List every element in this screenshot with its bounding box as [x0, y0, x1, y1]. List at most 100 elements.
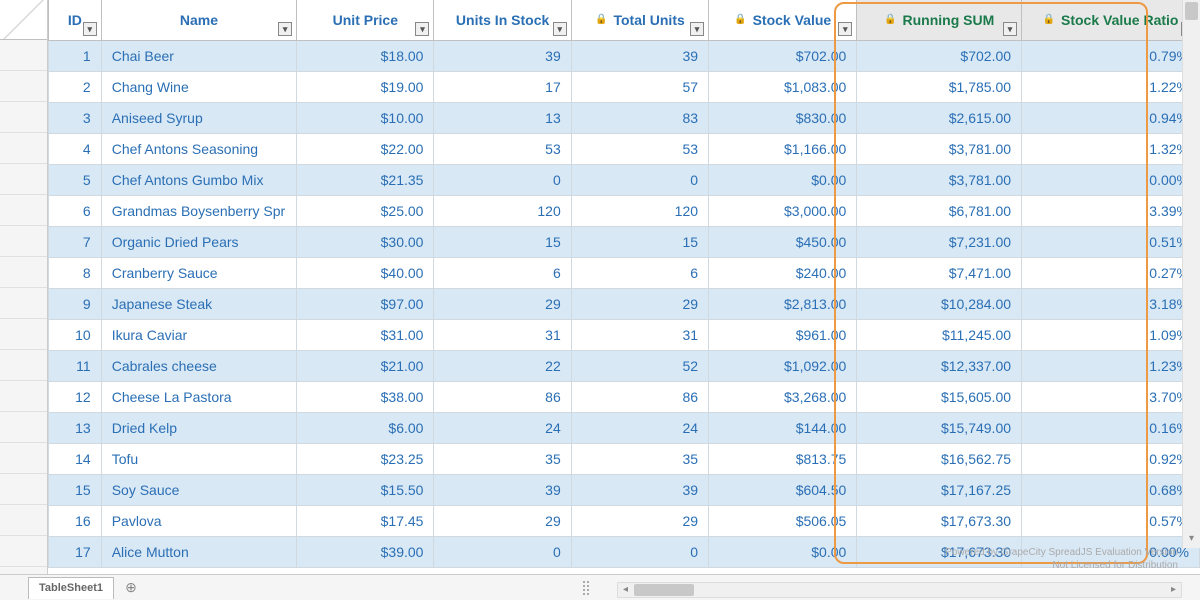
- cell-name[interactable]: Japanese Steak: [101, 288, 296, 319]
- cell-ratio[interactable]: 0.27%: [1022, 257, 1200, 288]
- cell-name[interactable]: Organic Dried Pears: [101, 226, 296, 257]
- column-header-stock[interactable]: Units In Stock▾: [434, 0, 571, 40]
- cell-value[interactable]: $450.00: [709, 226, 857, 257]
- cell-value[interactable]: $0.00: [709, 164, 857, 195]
- row-header[interactable]: [0, 102, 47, 133]
- cell-stock[interactable]: 31: [434, 319, 571, 350]
- cell-id[interactable]: 6: [49, 195, 102, 226]
- cell-total[interactable]: 6: [571, 257, 708, 288]
- cell-id[interactable]: 5: [49, 164, 102, 195]
- column-header-total[interactable]: 🔒Total Units▾: [571, 0, 708, 40]
- filter-dropdown-icon[interactable]: ▾: [1003, 22, 1017, 36]
- horizontal-scrollbar[interactable]: ◂ ▸: [617, 582, 1182, 598]
- cell-name[interactable]: Soy Sauce: [101, 474, 296, 505]
- cell-run[interactable]: $17,673.30: [857, 505, 1022, 536]
- table-row[interactable]: 11Cabrales cheese$21.002252$1,092.00$12,…: [49, 350, 1200, 381]
- cell-value[interactable]: $813.75: [709, 443, 857, 474]
- cell-run[interactable]: $3,781.00: [857, 133, 1022, 164]
- cell-name[interactable]: Grandmas Boysenberry Spr: [101, 195, 296, 226]
- cell-run[interactable]: $2,615.00: [857, 102, 1022, 133]
- cell-value[interactable]: $0.00: [709, 536, 857, 567]
- cell-total[interactable]: 31: [571, 319, 708, 350]
- select-all-corner[interactable]: [0, 0, 47, 40]
- scroll-right-arrow-icon[interactable]: ▸: [1166, 583, 1181, 597]
- table-row[interactable]: 1Chai Beer$18.003939$702.00$702.000.79%: [49, 40, 1200, 71]
- row-header[interactable]: [0, 443, 47, 474]
- table-row[interactable]: 3Aniseed Syrup$10.001383$830.00$2,615.00…: [49, 102, 1200, 133]
- row-header[interactable]: [0, 381, 47, 412]
- cell-run[interactable]: $7,231.00: [857, 226, 1022, 257]
- row-header[interactable]: [0, 350, 47, 381]
- cell-id[interactable]: 7: [49, 226, 102, 257]
- table-row[interactable]: 16Pavlova$17.452929$506.05$17,673.300.57…: [49, 505, 1200, 536]
- row-header[interactable]: [0, 474, 47, 505]
- column-header-value[interactable]: 🔒Stock Value▾: [709, 0, 857, 40]
- cell-total[interactable]: 39: [571, 474, 708, 505]
- cell-ratio[interactable]: 0.79%: [1022, 40, 1200, 71]
- table-row[interactable]: 7Organic Dried Pears$30.001515$450.00$7,…: [49, 226, 1200, 257]
- cell-run[interactable]: $17,167.25: [857, 474, 1022, 505]
- cell-value[interactable]: $506.05: [709, 505, 857, 536]
- cell-id[interactable]: 9: [49, 288, 102, 319]
- cell-price[interactable]: $97.00: [297, 288, 434, 319]
- row-header[interactable]: [0, 288, 47, 319]
- cell-ratio[interactable]: 0.92%: [1022, 443, 1200, 474]
- cell-name[interactable]: Cranberry Sauce: [101, 257, 296, 288]
- cell-id[interactable]: 4: [49, 133, 102, 164]
- tab-split-handle[interactable]: [583, 581, 589, 595]
- cell-stock[interactable]: 6: [434, 257, 571, 288]
- cell-value[interactable]: $1,083.00: [709, 71, 857, 102]
- cell-total[interactable]: 24: [571, 412, 708, 443]
- cell-price[interactable]: $22.00: [297, 133, 434, 164]
- add-sheet-button[interactable]: ⊕: [120, 577, 142, 599]
- cell-total[interactable]: 53: [571, 133, 708, 164]
- cell-id[interactable]: 16: [49, 505, 102, 536]
- cell-name[interactable]: Chai Beer: [101, 40, 296, 71]
- table-row[interactable]: 8Cranberry Sauce$40.0066$240.00$7,471.00…: [49, 257, 1200, 288]
- cell-price[interactable]: $19.00: [297, 71, 434, 102]
- cell-id[interactable]: 11: [49, 350, 102, 381]
- cell-value[interactable]: $1,092.00: [709, 350, 857, 381]
- cell-ratio[interactable]: 0.51%: [1022, 226, 1200, 257]
- cell-id[interactable]: 2: [49, 71, 102, 102]
- cell-value[interactable]: $144.00: [709, 412, 857, 443]
- cell-total[interactable]: 0: [571, 536, 708, 567]
- row-header[interactable]: [0, 536, 47, 567]
- cell-price[interactable]: $21.00: [297, 350, 434, 381]
- cell-name[interactable]: Tofu: [101, 443, 296, 474]
- cell-ratio[interactable]: 1.22%: [1022, 71, 1200, 102]
- horizontal-scroll-thumb[interactable]: [634, 584, 694, 596]
- filter-dropdown-icon[interactable]: ▾: [415, 22, 429, 36]
- cell-price[interactable]: $15.50: [297, 474, 434, 505]
- column-header-run[interactable]: 🔒Running SUM▾: [857, 0, 1022, 40]
- cell-price[interactable]: $30.00: [297, 226, 434, 257]
- cell-total[interactable]: 52: [571, 350, 708, 381]
- cell-run[interactable]: $7,471.00: [857, 257, 1022, 288]
- row-header[interactable]: [0, 40, 47, 71]
- data-grid[interactable]: ID▾Name▾Unit Price▾Units In Stock▾🔒Total…: [48, 0, 1200, 574]
- table-row[interactable]: 14Tofu$23.253535$813.75$16,562.750.92%: [49, 443, 1200, 474]
- cell-price[interactable]: $10.00: [297, 102, 434, 133]
- cell-run[interactable]: $6,781.00: [857, 195, 1022, 226]
- column-header-price[interactable]: Unit Price▾: [297, 0, 434, 40]
- cell-run[interactable]: $12,337.00: [857, 350, 1022, 381]
- cell-ratio[interactable]: 3.70%: [1022, 381, 1200, 412]
- cell-price[interactable]: $21.35: [297, 164, 434, 195]
- cell-ratio[interactable]: 0.68%: [1022, 474, 1200, 505]
- cell-price[interactable]: $18.00: [297, 40, 434, 71]
- cell-price[interactable]: $25.00: [297, 195, 434, 226]
- cell-ratio[interactable]: 0.00%: [1022, 164, 1200, 195]
- row-header[interactable]: [0, 505, 47, 536]
- cell-stock[interactable]: 35: [434, 443, 571, 474]
- cell-value[interactable]: $702.00: [709, 40, 857, 71]
- cell-total[interactable]: 0: [571, 164, 708, 195]
- cell-stock[interactable]: 22: [434, 350, 571, 381]
- cell-value[interactable]: $1,166.00: [709, 133, 857, 164]
- column-header-name[interactable]: Name▾: [101, 0, 296, 40]
- column-header-id[interactable]: ID▾: [49, 0, 102, 40]
- cell-run[interactable]: $3,781.00: [857, 164, 1022, 195]
- cell-ratio[interactable]: 3.18%: [1022, 288, 1200, 319]
- cell-ratio[interactable]: 0.94%: [1022, 102, 1200, 133]
- cell-value[interactable]: $830.00: [709, 102, 857, 133]
- row-header[interactable]: [0, 195, 47, 226]
